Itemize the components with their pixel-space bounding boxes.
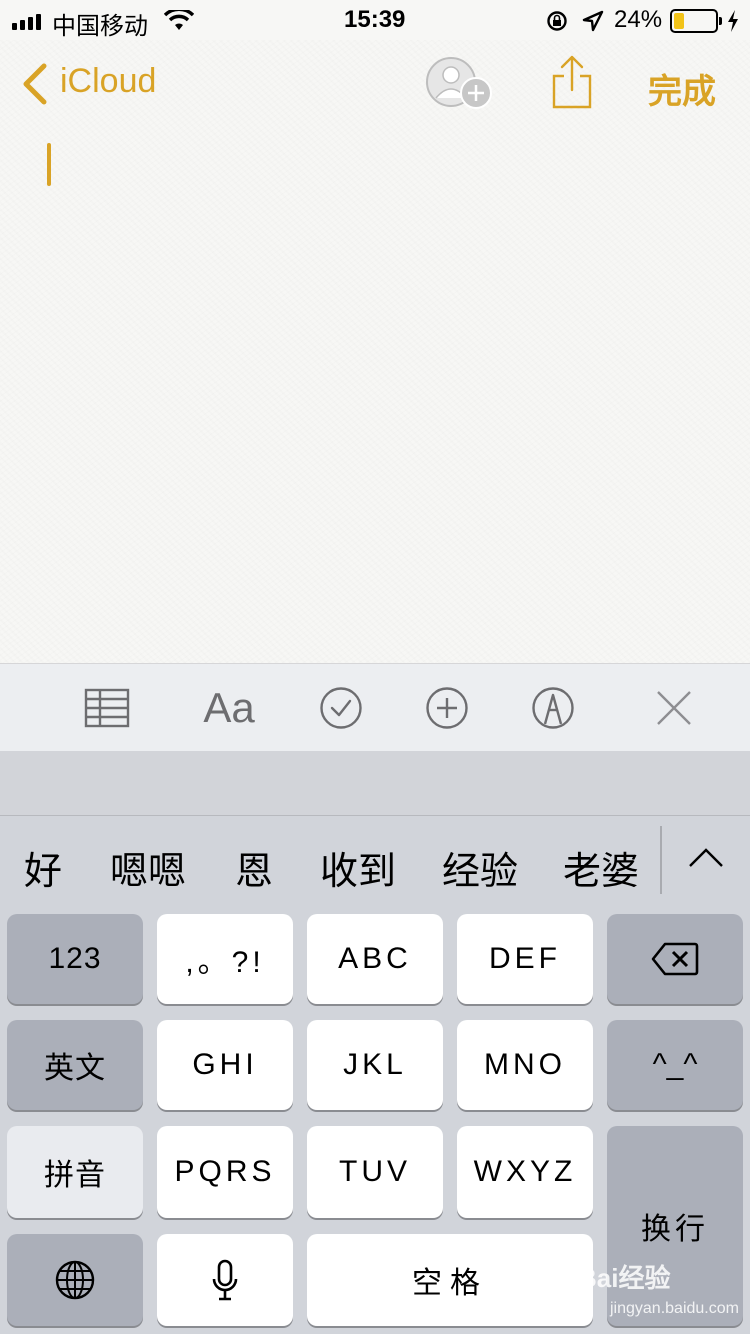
carrier-label: 中国移动 — [52, 13, 148, 40]
globe-icon — [55, 1260, 95, 1300]
key-space[interactable]: 空格 — [307, 1234, 593, 1326]
battery-icon — [670, 9, 722, 33]
text-cursor — [47, 143, 51, 186]
done-button[interactable]: 完成 — [648, 64, 716, 113]
note-editor[interactable] — [0, 40, 750, 663]
key-pinyin[interactable]: 拼音 — [7, 1126, 143, 1218]
charging-bolt-icon — [728, 10, 738, 32]
chevron-left-icon[interactable] — [20, 63, 50, 105]
format-toolbar: Aa — [0, 663, 750, 752]
clock: 15:39 — [344, 6, 406, 33]
candidate-divider — [660, 826, 662, 894]
key-pqrs[interactable]: PQRS — [157, 1126, 293, 1218]
key-mno[interactable]: MNO — [457, 1020, 593, 1110]
key-dictation[interactable] — [157, 1234, 293, 1326]
close-toolbar-button[interactable] — [652, 664, 696, 752]
backspace-icon — [651, 942, 699, 976]
candidate-word[interactable]: 老婆 — [563, 840, 639, 895]
candidate-word[interactable]: 恩 — [235, 840, 273, 895]
key-ghi[interactable]: GHI — [157, 1020, 293, 1110]
key-globe[interactable] — [7, 1234, 143, 1326]
candidate-word[interactable]: 收到 — [320, 840, 396, 895]
key-def[interactable]: DEF — [457, 914, 593, 1004]
watermark-url: jingyan.baidu.com — [610, 1300, 739, 1317]
key-wxyz[interactable]: WXYZ — [457, 1126, 593, 1218]
pen-circle-icon — [532, 687, 574, 729]
signal-icon — [12, 14, 41, 30]
share-icon[interactable] — [550, 54, 594, 110]
checkmark-circle-icon — [320, 687, 362, 729]
watermark-logo: Bai经验 — [578, 1263, 671, 1293]
table-button[interactable] — [78, 664, 136, 752]
key-emoticon[interactable]: ^_^ — [607, 1020, 743, 1110]
battery-percent: 24% — [614, 6, 663, 33]
chevron-up-icon[interactable] — [686, 846, 726, 870]
text-style-button[interactable]: Aa — [196, 664, 262, 752]
key-tuv[interactable]: TUV — [307, 1126, 443, 1218]
candidate-word[interactable]: 经验 — [442, 840, 518, 895]
candidate-word[interactable]: 嗯嗯 — [110, 840, 186, 895]
wifi-icon — [164, 10, 194, 30]
location-icon — [582, 10, 604, 32]
microphone-icon — [212, 1259, 238, 1301]
close-icon — [657, 691, 691, 725]
checklist-button[interactable] — [316, 664, 366, 752]
key-numbers[interactable]: 123 — [7, 914, 143, 1004]
add-person-icon[interactable] — [424, 56, 496, 112]
rotation-lock-icon — [547, 11, 567, 31]
key-english[interactable]: 英文 — [7, 1020, 143, 1110]
back-button[interactable]: iCloud — [60, 62, 156, 101]
insert-button[interactable] — [422, 664, 472, 752]
key-jkl[interactable]: JKL — [307, 1020, 443, 1110]
key-abc[interactable]: ABC — [307, 914, 443, 1004]
key-punctuation[interactable]: ,。?! — [157, 914, 293, 1004]
key-backspace[interactable] — [607, 914, 743, 1004]
markup-button[interactable] — [528, 664, 578, 752]
table-icon — [84, 688, 130, 728]
plus-circle-icon — [426, 687, 468, 729]
status-bar: 中国移动 15:39 24% — [0, 0, 750, 40]
candidate-word[interactable]: 好 — [24, 840, 62, 895]
key-return[interactable]: 换行 — [607, 1126, 743, 1326]
keyboard-top-strip — [0, 751, 750, 816]
